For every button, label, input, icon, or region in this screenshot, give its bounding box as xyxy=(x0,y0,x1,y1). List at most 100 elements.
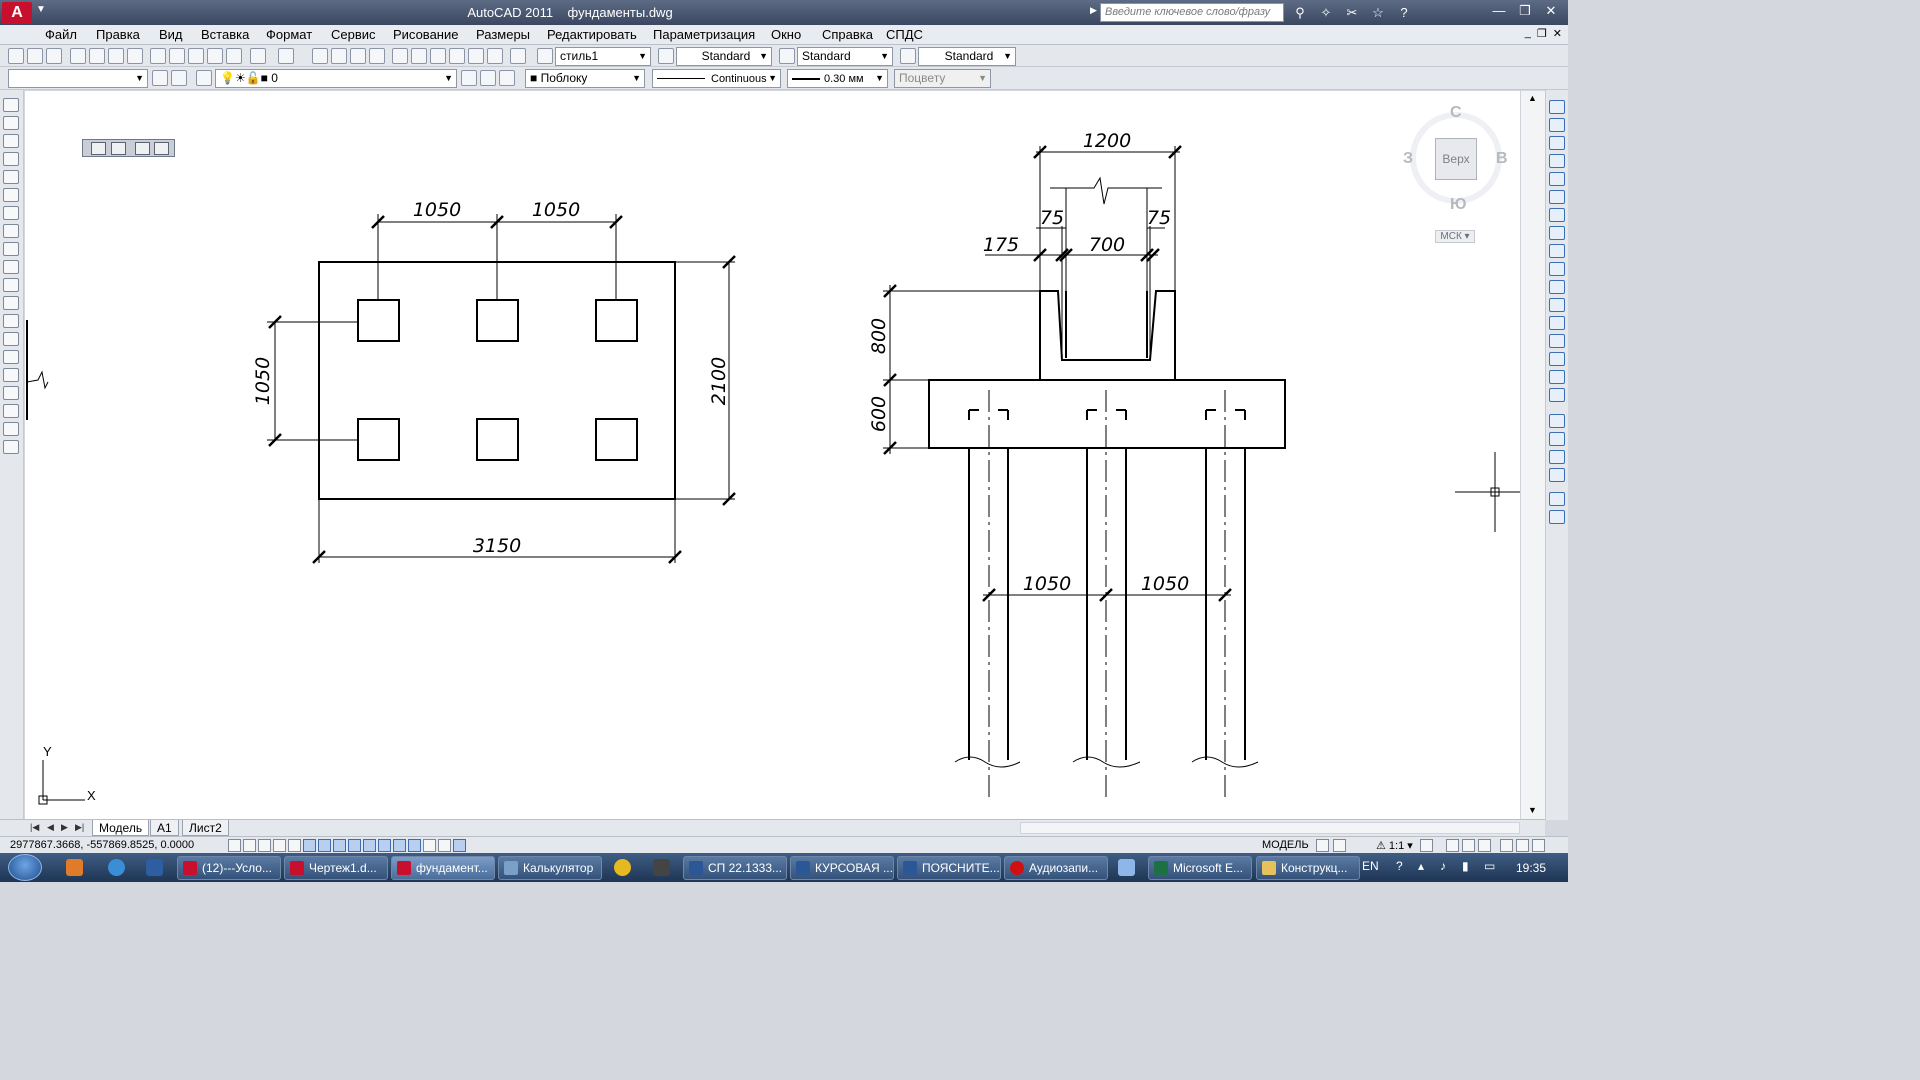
color-select[interactable]: ■ Поблоку ▼ xyxy=(525,69,645,88)
redo-icon[interactable] xyxy=(278,48,294,64)
make-current-layer-icon[interactable] xyxy=(461,70,477,86)
table-icon[interactable] xyxy=(3,404,19,418)
task-explanatory[interactable]: ПОЯСНИТЕ... xyxy=(897,856,1001,880)
bring-above-icon[interactable] xyxy=(1549,468,1565,482)
erase-icon[interactable] xyxy=(1549,100,1565,114)
print-preview-icon[interactable] xyxy=(89,48,105,64)
print-icon[interactable] xyxy=(70,48,86,64)
menu-view[interactable]: Вид xyxy=(159,27,183,42)
quick-properties-icon[interactable] xyxy=(408,839,421,852)
properties-icon[interactable] xyxy=(392,48,408,64)
dim-style-icon[interactable] xyxy=(658,48,674,64)
mirror-icon[interactable] xyxy=(1549,136,1565,150)
quick-view-drawings-icon[interactable] xyxy=(1333,839,1346,852)
network-icon[interactable]: ▮ xyxy=(1462,859,1469,873)
menu-insert[interactable]: Вставка xyxy=(201,27,249,42)
hatch-to-back-icon[interactable] xyxy=(1549,510,1565,524)
layout-viewport-icon[interactable] xyxy=(91,142,106,155)
multiline-text-icon[interactable] xyxy=(3,422,19,436)
explode-icon[interactable] xyxy=(1549,388,1565,402)
menu-file[interactable]: Файл xyxy=(45,27,77,42)
hardware-acceleration-icon[interactable] xyxy=(1478,839,1491,852)
lock-ui-icon[interactable] xyxy=(1462,839,1475,852)
cursor-coordinates[interactable]: 2977867.3668, -557869.8525, 0.0000 xyxy=(10,839,194,851)
layout-copy-icon[interactable] xyxy=(111,142,126,155)
line-icon[interactable] xyxy=(3,98,19,112)
battery-icon[interactable]: ▭ xyxy=(1484,859,1495,873)
scale-icon[interactable] xyxy=(1549,226,1565,240)
menu-spds[interactable]: СПДС xyxy=(886,27,923,42)
tools-icon[interactable]: ✂ xyxy=(1342,3,1362,22)
text-above-icon[interactable] xyxy=(1549,492,1565,506)
linetype-select[interactable]: Continuous ▼ xyxy=(652,69,781,88)
help-tray-icon[interactable]: ? xyxy=(1396,859,1403,873)
doc-minimize-icon[interactable]: _ xyxy=(1525,27,1531,40)
zoom-window-icon[interactable] xyxy=(350,48,366,64)
workspace-select[interactable]: ▼ xyxy=(8,69,148,88)
region-icon[interactable] xyxy=(3,386,19,400)
horizontal-scrollbar[interactable] xyxy=(1020,822,1520,834)
task-audio[interactable]: Аудиозапи... xyxy=(1004,856,1108,880)
save-icon[interactable] xyxy=(46,48,62,64)
start-button[interactable] xyxy=(8,854,42,881)
arc-icon[interactable] xyxy=(3,188,19,202)
rectangle-icon[interactable] xyxy=(3,170,19,184)
show-desktop-icon[interactable] xyxy=(146,859,163,876)
speaker-icon[interactable]: ♪ xyxy=(1440,859,1446,873)
quick-view-layouts-icon[interactable] xyxy=(1316,839,1329,852)
polar-tracking-icon[interactable] xyxy=(288,839,301,852)
draworder-icon[interactable] xyxy=(1549,414,1565,428)
transparency-icon[interactable] xyxy=(393,839,406,852)
markup-icon[interactable] xyxy=(468,48,484,64)
help-icon[interactable]: ? xyxy=(1394,3,1414,22)
task-pdf[interactable]: (12)---Усло... xyxy=(177,856,281,880)
workspace-settings-icon[interactable] xyxy=(152,70,168,86)
movie-icon[interactable] xyxy=(653,859,670,876)
offset-icon[interactable] xyxy=(1549,154,1565,168)
make-block-icon[interactable] xyxy=(3,314,19,328)
design-center-icon[interactable] xyxy=(411,48,427,64)
mleader-style-icon[interactable] xyxy=(900,48,916,64)
point-icon[interactable] xyxy=(3,332,19,346)
binoculars-icon[interactable]: ⚲ xyxy=(1290,3,1310,22)
tool-palettes-icon[interactable] xyxy=(430,48,446,64)
compass-east[interactable]: В xyxy=(1496,150,1508,168)
compass-north[interactable]: С xyxy=(1450,104,1462,122)
lineweight-display-icon[interactable] xyxy=(378,839,391,852)
favorites-star-icon[interactable]: ☆ xyxy=(1368,3,1388,22)
gradient-icon[interactable] xyxy=(3,368,19,382)
task-sp[interactable]: СП 22.1333... xyxy=(683,856,787,880)
trim-icon[interactable] xyxy=(1549,262,1565,276)
next-tab-icon[interactable]: ▶ xyxy=(61,822,68,833)
compass-south[interactable]: Ю xyxy=(1450,196,1467,214)
lineweight-select[interactable]: 0.30 мм ▼ xyxy=(787,69,888,88)
polygon-icon[interactable] xyxy=(3,152,19,166)
ellipse-arc-icon[interactable] xyxy=(3,278,19,292)
extend-icon[interactable] xyxy=(1549,280,1565,294)
undo-icon[interactable] xyxy=(250,48,266,64)
construction-line-icon[interactable] xyxy=(3,116,19,130)
publish-icon[interactable] xyxy=(108,48,124,64)
task-excel[interactable]: Microsoft E... xyxy=(1148,856,1252,880)
spline-icon[interactable] xyxy=(3,242,19,256)
search-input[interactable]: Введите ключевое слово/фразу xyxy=(1100,3,1284,22)
rotate-icon[interactable] xyxy=(1549,208,1565,222)
first-tab-icon[interactable]: |◀ xyxy=(30,822,39,833)
prev-tab-icon[interactable]: ◀ xyxy=(47,822,54,833)
chrome-icon[interactable] xyxy=(614,859,631,876)
speaker-app-icon[interactable] xyxy=(1118,859,1135,876)
sheet-set-icon[interactable] xyxy=(449,48,465,64)
object-snap-icon[interactable] xyxy=(303,839,316,852)
insert-block-icon[interactable] xyxy=(3,296,19,310)
clock[interactable]: 19:35 xyxy=(1516,861,1546,875)
menu-edit[interactable]: Правка xyxy=(96,27,140,42)
revcloud-icon[interactable] xyxy=(3,224,19,238)
dynamic-ucs-icon[interactable] xyxy=(453,839,466,852)
quickcalc-icon[interactable] xyxy=(487,48,503,64)
join-icon[interactable] xyxy=(1549,334,1565,348)
maximize-icon[interactable]: ❐ xyxy=(1514,2,1536,20)
annotation-scale[interactable]: ⚠ 1:1 ▾ xyxy=(1376,839,1413,852)
task-folder[interactable]: Конструкц... xyxy=(1256,856,1360,880)
annotation-monitor-icon[interactable] xyxy=(438,839,451,852)
last-tab-icon[interactable]: ▶| xyxy=(75,822,84,833)
